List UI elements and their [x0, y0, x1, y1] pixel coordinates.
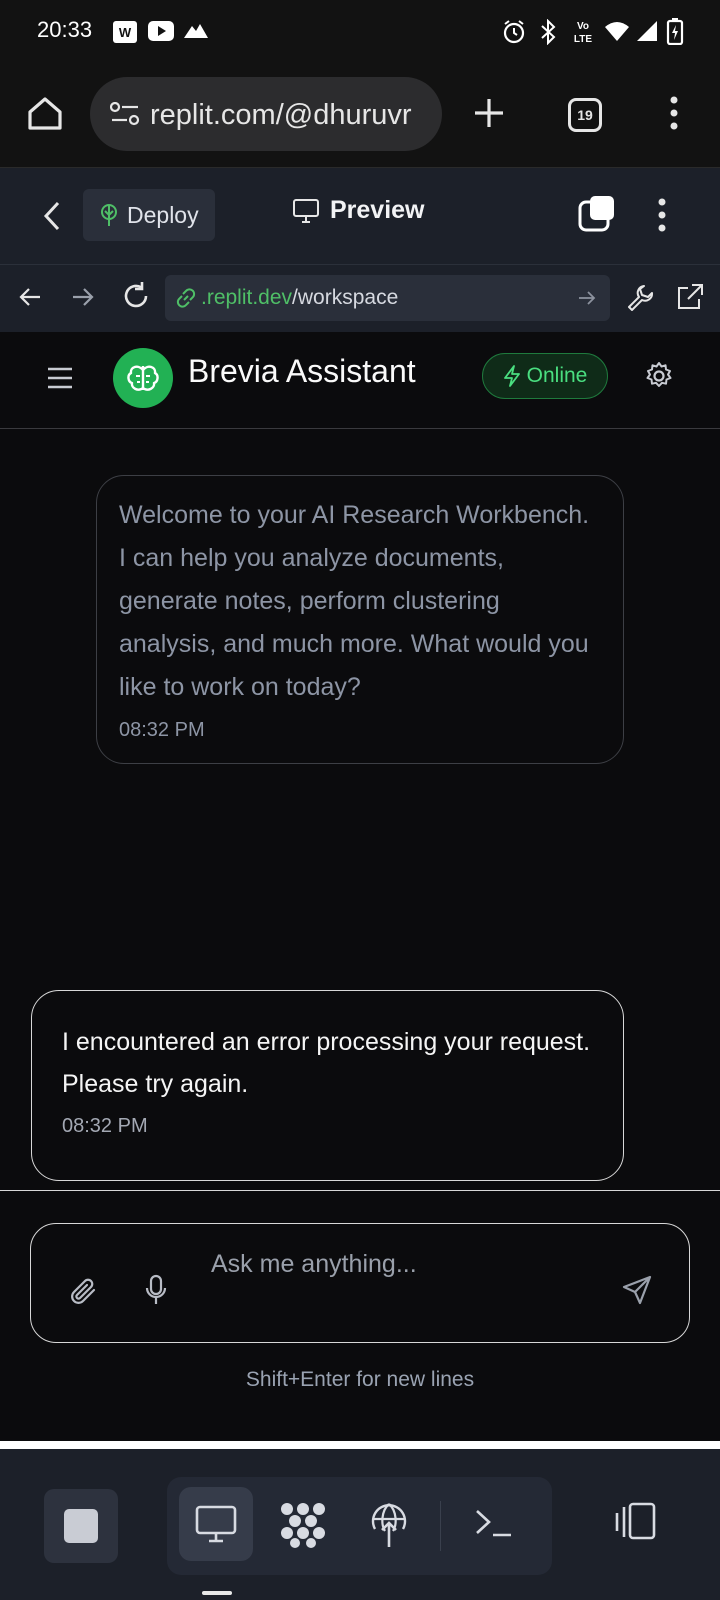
replit-menu-icon[interactable]	[658, 198, 666, 232]
volte-icon: Vo LTE	[572, 18, 594, 46]
status-badge: Online	[482, 353, 608, 399]
stop-button[interactable]	[44, 1489, 118, 1563]
url-text[interactable]: replit.com/@dhuruvr	[150, 99, 436, 132]
panels-layout-icon[interactable]	[614, 1501, 658, 1541]
preview-tool-button[interactable]	[179, 1487, 253, 1561]
svg-text:LTE: LTE	[574, 34, 592, 45]
tool-group	[167, 1477, 552, 1575]
link-icon	[175, 287, 197, 309]
monitor-icon	[292, 198, 320, 224]
stop-icon	[64, 1509, 98, 1543]
dev-url-path: /workspace	[292, 286, 399, 309]
app-notification-icon: W	[112, 20, 138, 44]
svg-text:W: W	[119, 25, 132, 40]
signal-icon	[636, 20, 658, 42]
bluetooth-icon	[538, 19, 560, 45]
preview-tab[interactable]: Preview	[292, 196, 425, 225]
nav-forward-arrow-icon[interactable]	[71, 285, 95, 309]
webview-url-field[interactable]: .replit.dev/workspace	[165, 275, 610, 321]
browser-toolbar: replit.com/@dhuruvr 19	[0, 64, 720, 168]
message-input[interactable]	[211, 1244, 591, 1284]
reload-icon[interactable]	[121, 281, 151, 311]
webview-nav-bar: .replit.dev/workspace	[0, 264, 720, 332]
composer-hint: Shift+Enter for new lines	[245, 1368, 475, 1391]
assistant-error-message-bubble: I encountered an error processing your r…	[31, 990, 624, 1181]
go-arrow-icon[interactable]	[578, 289, 596, 307]
app-header: Brevia Assistant Online	[0, 332, 720, 429]
windows-switcher-icon[interactable]	[578, 194, 618, 234]
deploy-label: Deploy	[127, 201, 199, 228]
message-composer	[30, 1223, 690, 1343]
microphone-icon[interactable]	[145, 1274, 167, 1306]
youtube-icon	[148, 21, 174, 41]
back-chevron-icon[interactable]	[42, 200, 62, 232]
svg-text:Vo: Vo	[577, 21, 589, 32]
deploy-icon	[99, 203, 119, 227]
deploy-globe-icon[interactable]	[369, 1501, 409, 1549]
tab-switcher-button[interactable]: 19	[568, 98, 602, 132]
devtools-wrench-icon[interactable]	[626, 283, 654, 311]
message-timestamp: 08:32 PM	[62, 1115, 148, 1137]
panel-divider	[0, 1441, 720, 1449]
status-bar: 20:33 W Vo LTE	[0, 0, 720, 64]
attach-paperclip-icon[interactable]	[69, 1276, 99, 1306]
settings-gear-icon[interactable]	[644, 361, 674, 391]
workflows-cluster-icon[interactable]	[279, 1501, 327, 1549]
dev-url-domain: .replit.dev	[201, 286, 293, 309]
tool-separator	[440, 1501, 441, 1551]
browser-menu-icon[interactable]	[670, 96, 678, 130]
brain-logo-icon	[113, 348, 173, 408]
composer-divider	[0, 1190, 720, 1191]
message-timestamp: 08:32 PM	[119, 719, 205, 741]
home-indicator	[202, 1591, 232, 1595]
home-icon[interactable]	[26, 94, 64, 132]
lightning-icon	[503, 365, 521, 387]
shell-terminal-icon[interactable]	[473, 1505, 513, 1541]
send-icon[interactable]	[621, 1274, 653, 1306]
new-tab-icon[interactable]	[472, 96, 506, 130]
replit-bottom-toolbar	[0, 1449, 720, 1600]
assistant-message-bubble: Welcome to your AI Research Workbench. I…	[96, 475, 624, 764]
message-text: I encountered an error processing your r…	[62, 1028, 591, 1098]
message-text: Welcome to your AI Research Workbench. I…	[119, 501, 590, 701]
deploy-button[interactable]: Deploy	[83, 189, 215, 241]
status-time: 20:33	[37, 17, 93, 42]
open-external-icon[interactable]	[676, 283, 704, 311]
status-label: Online	[526, 364, 588, 387]
site-settings-icon[interactable]	[110, 102, 140, 126]
wifi-icon	[604, 20, 630, 42]
monitor-icon	[195, 1505, 237, 1543]
app-title: Brevia Assistant	[188, 353, 416, 389]
preview-label: Preview	[330, 196, 425, 224]
battery-charging-icon	[666, 17, 684, 45]
alarm-icon	[502, 19, 526, 45]
nav-back-arrow-icon[interactable]	[18, 285, 42, 309]
hamburger-menu-icon[interactable]	[47, 367, 73, 389]
replit-header: Deploy Preview	[0, 168, 720, 264]
address-bar[interactable]: replit.com/@dhuruvr	[90, 77, 442, 151]
mountain-icon	[184, 22, 208, 38]
